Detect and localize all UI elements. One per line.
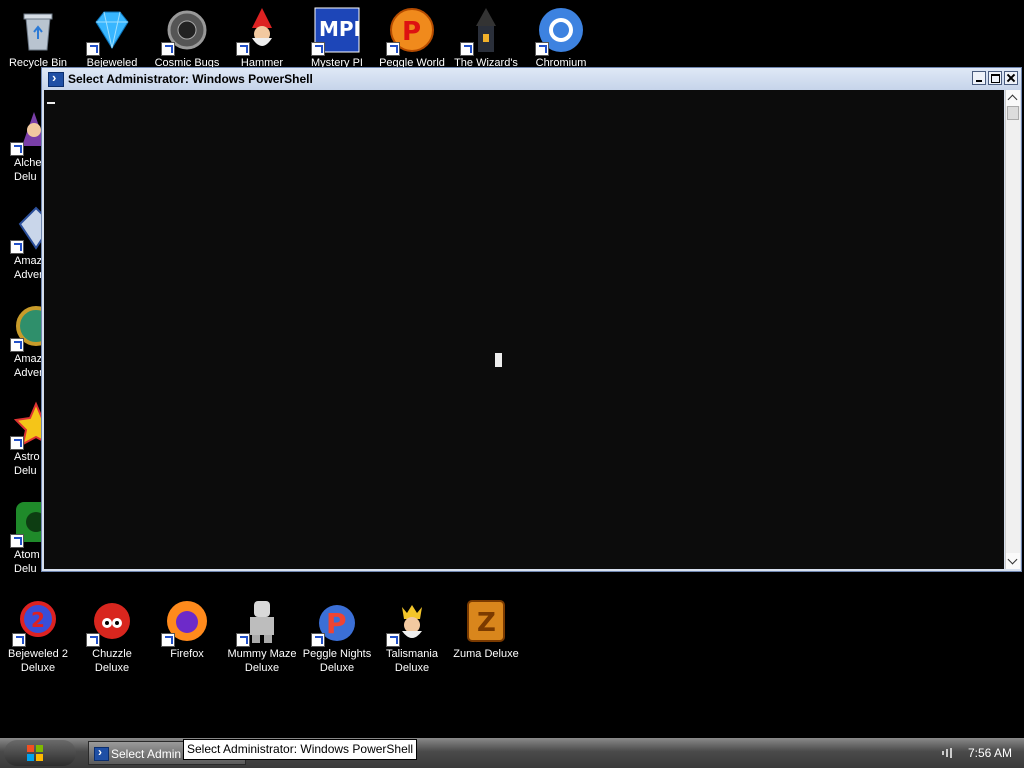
desktop-icon-peggle-nights[interactable]: P Peggle Nights Deluxe (299, 597, 375, 675)
desktop-icon-label: Chuzzle Deluxe (92, 648, 132, 674)
mummy-icon (236, 597, 286, 647)
desktop-icon-mummy-maze[interactable]: Mummy Maze Deluxe (224, 597, 300, 675)
shortcut-arrow-icon (236, 42, 250, 56)
taskbar-button-label: Select Admin (111, 747, 182, 761)
zuma-icon: Z (462, 597, 510, 645)
tooltip: Select Administrator: Windows PowerShell (183, 739, 418, 760)
shortcut-arrow-icon (86, 42, 100, 56)
shortcut-arrow-icon (161, 633, 175, 647)
bejeweled2-icon: 2 (12, 597, 62, 647)
shortcut-arrow-icon (10, 534, 24, 548)
shortcut-arrow-icon (311, 633, 325, 647)
peggle-nights-icon: P (311, 597, 361, 647)
scroll-down-button[interactable] (1006, 553, 1020, 569)
desktop-icon-firefox[interactable]: Firefox (149, 597, 225, 661)
recycle-bin-icon (14, 6, 62, 54)
shortcut-arrow-icon (386, 42, 400, 56)
shortcut-arrow-icon (460, 42, 474, 56)
console-area[interactable] (44, 90, 1004, 569)
windows-logo-icon (27, 745, 43, 761)
desktop-icon-recycle-bin[interactable]: Recycle Bin (0, 6, 76, 70)
maximize-button[interactable] (988, 71, 1002, 85)
svg-text:P: P (402, 17, 421, 47)
desktop-icon-amazing-adventures-2[interactable]: Amaz Adventu (0, 302, 56, 380)
desktop-icon-wizards[interactable]: The Wizard's (448, 6, 524, 70)
vertical-scrollbar[interactable] (1005, 90, 1020, 569)
shortcut-arrow-icon (86, 633, 100, 647)
desktop-icon-label: Mummy Maze Deluxe (227, 648, 297, 674)
window-title: Select Administrator: Windows PowerShell (68, 72, 313, 86)
mouse-ibeam-cursor (495, 353, 502, 367)
mpi-icon: MPI (311, 6, 361, 56)
taskbar: Select Admin (0, 738, 1024, 768)
shortcut-arrow-icon (10, 240, 24, 254)
desktop-icon-label: Peggle Nights Deluxe (302, 648, 372, 674)
desktop-icon-label: Bejeweled 2 Deluxe (8, 648, 68, 674)
start-button[interactable] (4, 740, 76, 766)
desktop-icon-chromium[interactable]: Chromium (523, 6, 599, 70)
desktop-icon-label: Talismania Deluxe (386, 648, 438, 674)
shortcut-arrow-icon (10, 338, 24, 352)
powershell-window[interactable]: Select Administrator: Windows PowerShell (41, 67, 1022, 572)
text-cursor (47, 102, 55, 104)
desktop-icon-cosmic-bugs[interactable]: Cosmic Bugs (149, 6, 225, 70)
scroll-thumb[interactable] (1007, 106, 1019, 120)
chromium-icon (535, 6, 585, 56)
desktop-icon-chuzzle[interactable]: Chuzzle Deluxe (74, 597, 150, 675)
desktop-icon-mystery-pi[interactable]: MPI Mystery PI (299, 6, 375, 70)
peggle-icon: P (386, 6, 436, 56)
svg-text:2: 2 (31, 608, 45, 632)
gnome-icon (236, 6, 286, 56)
powershell-icon (94, 745, 109, 761)
desktop-icon-peggle-world[interactable]: P Peggle World (374, 6, 450, 70)
desktop-icon-label: Astro Delu (14, 451, 40, 477)
shortcut-arrow-icon (236, 633, 250, 647)
desktop-icon-hammer[interactable]: Hammer (224, 6, 300, 70)
scroll-up-button[interactable] (1006, 90, 1020, 106)
desktop-icon-label: Amaz Adventu (14, 353, 55, 379)
diamond-icon (86, 6, 136, 56)
powershell-icon (48, 70, 64, 87)
shortcut-arrow-icon (386, 633, 400, 647)
desktop-icon-zuma[interactable]: Z Zuma Deluxe (448, 597, 524, 661)
wizard-tower-icon (460, 6, 510, 56)
shortcut-arrow-icon (311, 42, 325, 56)
desktop-icon-label: Firefox (170, 648, 204, 660)
desktop-icon-bejeweled[interactable]: Bejeweled (74, 6, 150, 70)
volume-icon[interactable] (942, 748, 954, 758)
desktop-icon-alchemy[interactable]: Alche Delu (0, 106, 46, 184)
svg-text:P: P (326, 607, 347, 640)
shortcut-arrow-icon (161, 42, 175, 56)
shortcut-arrow-icon (535, 42, 549, 56)
desktop-icon-atomic[interactable]: Atom Delu (0, 498, 56, 576)
window-title-bar[interactable]: Select Administrator: Windows PowerShell (42, 68, 1021, 90)
shortcut-arrow-icon (12, 633, 26, 647)
desktop-icon-astro[interactable]: Astro Delu (0, 400, 59, 478)
desktop-icon-talismania[interactable]: Talismania Deluxe (374, 597, 450, 675)
desktop-icon-label: Alche Delu (14, 157, 42, 183)
desktop-icon-label: Zuma Deluxe (453, 648, 519, 660)
chuzzle-icon (86, 597, 136, 647)
desktop-icon-amazing-adventures-1[interactable]: Amaz Adver (0, 204, 54, 282)
desktop-icon-label: Atom Delu (14, 549, 40, 575)
clock[interactable]: 7:56 AM (968, 746, 1012, 760)
shortcut-arrow-icon (10, 142, 24, 156)
bug-icon (161, 6, 211, 56)
desktop-icon-bejeweled-2[interactable]: 2 Bejeweled 2 Deluxe (0, 597, 76, 675)
talismania-icon (386, 597, 436, 647)
minimize-button[interactable] (972, 71, 986, 85)
desktop-icon-label: Amaz Adver (14, 255, 43, 281)
shortcut-arrow-icon (10, 436, 24, 450)
firefox-icon (161, 597, 211, 647)
close-button[interactable] (1004, 71, 1018, 85)
svg-text:Z: Z (477, 608, 496, 638)
svg-text:MPI: MPI (319, 17, 361, 41)
